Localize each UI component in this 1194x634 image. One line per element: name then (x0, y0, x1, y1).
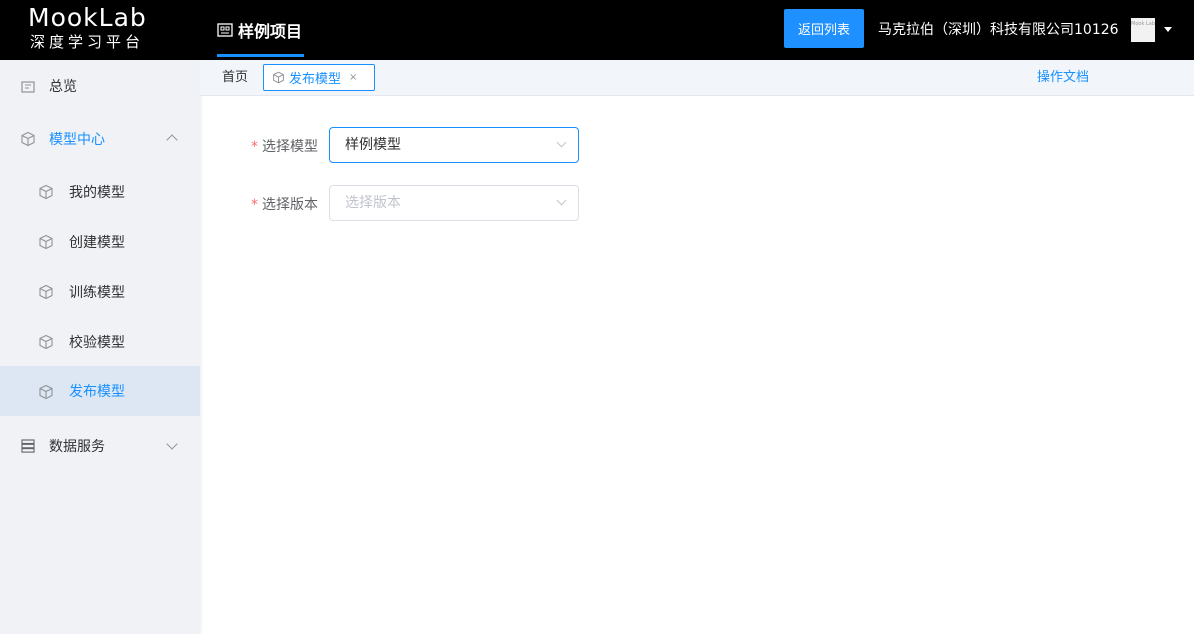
logo[interactable]: MookLab 深度学习平台 (28, 4, 178, 52)
cube-icon (39, 384, 53, 400)
sidebar-item-label: 数据服务 (49, 439, 105, 455)
back-to-list-button[interactable]: 返回列表 (784, 9, 864, 48)
operation-docs-link[interactable]: 操作文档 (1037, 60, 1089, 96)
logo-title: MookLab (28, 3, 147, 32)
sidebar-item-validate-model[interactable]: 校验模型 (0, 316, 200, 368)
select-version-dropdown[interactable]: 选择版本 (329, 185, 579, 221)
sidebar: 总览 模型中心 我的模型 创建模型 训练模型 校验模型 发布模型 数据服务 (0, 60, 200, 634)
company-name: 马克拉伯（深圳）科技有限公司10126 (878, 22, 1119, 38)
sidebar-item-overview[interactable]: 总览 (0, 60, 200, 112)
cube-icon (39, 334, 53, 350)
sidebar-item-model-center[interactable]: 模型中心 (0, 113, 200, 165)
select-version-placeholder: 选择版本 (345, 195, 401, 211)
sidebar-item-publish-model[interactable]: 发布模型 (0, 366, 200, 416)
chevron-down-icon (166, 438, 178, 450)
required-mark: * (251, 139, 258, 155)
sidebar-item-my-models[interactable]: 我的模型 (0, 166, 200, 218)
cube-icon (21, 131, 35, 147)
tab-home[interactable]: 首页 (222, 60, 248, 96)
sidebar-item-create-model[interactable]: 创建模型 (0, 216, 200, 268)
cube-icon (39, 234, 53, 250)
select-version-label: * 选择版本 (228, 194, 318, 214)
select-model-value: 样例模型 (345, 137, 401, 153)
sidebar-item-label: 校验模型 (69, 335, 125, 351)
project-title-text: 样例项目 (238, 22, 303, 41)
database-icon (21, 439, 35, 453)
tab-publish-model[interactable]: 发布模型 × (263, 64, 375, 91)
cube-icon (39, 184, 53, 200)
avatar[interactable]: Mook Lab (1131, 18, 1155, 42)
project-icon (217, 23, 233, 37)
top-header: MookLab 深度学习平台 样例项目 返回列表 马克拉伯（深圳）科技有限公司1… (0, 0, 1194, 60)
select-version-label-text: 选择版本 (262, 197, 318, 213)
sidebar-item-label: 我的模型 (69, 185, 125, 201)
sidebar-item-train-model[interactable]: 训练模型 (0, 266, 200, 318)
required-mark: * (251, 197, 258, 213)
logo-subtitle: 深度学习平台 (30, 33, 145, 51)
cube-icon (39, 284, 53, 300)
chevron-down-icon (556, 195, 567, 206)
caret-down-icon[interactable] (1164, 27, 1172, 32)
close-icon[interactable]: × (349, 72, 357, 83)
select-model-label-text: 选择模型 (262, 139, 318, 155)
sidebar-item-label: 总览 (49, 79, 77, 95)
sidebar-item-label: 模型中心 (49, 132, 105, 148)
chevron-down-icon (556, 137, 567, 148)
overview-icon (21, 81, 35, 93)
select-model-label: * 选择模型 (228, 136, 318, 156)
cube-icon (273, 71, 284, 84)
chevron-up-icon (166, 134, 178, 146)
tab-label: 发布模型 (289, 72, 342, 87)
select-model-dropdown[interactable]: 样例模型 (329, 127, 579, 163)
sidebar-item-data-service[interactable]: 数据服务 (0, 420, 200, 472)
project-underline (217, 54, 304, 57)
project-title: 样例项目 (217, 0, 302, 60)
sidebar-item-label: 发布模型 (69, 384, 125, 400)
sidebar-item-label: 创建模型 (69, 235, 125, 251)
tabs-bar: 首页 发布模型 × 操作文档 (200, 60, 1194, 96)
sidebar-item-label: 训练模型 (69, 285, 125, 301)
